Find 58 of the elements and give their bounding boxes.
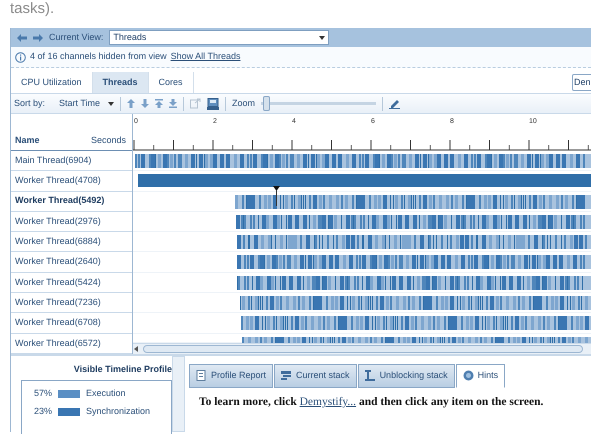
export-icon[interactable] (190, 98, 202, 109)
hint-icon (462, 370, 474, 382)
view-dropdown[interactable]: Threads (109, 30, 330, 45)
move-to-top-icon[interactable] (155, 99, 164, 108)
panel-tab[interactable]: Current stack (274, 364, 357, 388)
thread-name[interactable]: Worker Thread(7236) (11, 293, 132, 314)
sort-dropdown[interactable]: Start Time (59, 96, 114, 110)
legend-percent: 23% (34, 405, 52, 418)
thread-name[interactable]: Worker Thread(5492) (11, 192, 132, 212)
move-to-bottom-icon[interactable] (169, 99, 178, 108)
panel-tab[interactable]: Hints (456, 364, 506, 388)
down-arrow-icon[interactable] (141, 99, 150, 108)
dropdown-field[interactable]: Den (572, 74, 591, 91)
panel-tab[interactable]: Unblocking stack (358, 364, 455, 388)
view-tab[interactable]: Cores (148, 72, 194, 93)
thread-name[interactable]: Worker Thread(2976) (11, 212, 132, 232)
pen-icon[interactable] (389, 98, 400, 108)
panel-title: Visible Timeline Profile (72, 364, 172, 375)
unblocking-icon (364, 370, 376, 382)
thread-name[interactable]: Main Thread(6904) (11, 151, 132, 172)
current-view-label: Current View: (49, 30, 104, 44)
horizontal-scrollbar[interactable] (133, 342, 591, 354)
up-arrow-icon[interactable] (127, 99, 136, 108)
stack-icon (281, 370, 292, 382)
notice-text: 4 of 16 channels hidden from view (30, 50, 167, 64)
column-header: Seconds (90, 134, 126, 146)
time-cursor-icon (273, 186, 280, 206)
caret-icon (319, 36, 326, 40)
legend-label: Execution (86, 387, 126, 400)
show-all-threads-link[interactable]: Show All Threads (170, 50, 240, 64)
column-header: Name (15, 134, 40, 146)
view-tab[interactable]: Threads (92, 72, 149, 93)
hint-text: To learn more, click Demystify... and then click any item on the screen. (199, 394, 544, 410)
scroll-thumb[interactable] (143, 344, 583, 353)
thread-name[interactable]: Worker Thread(5424) (11, 272, 132, 294)
slider-thumb[interactable] (263, 96, 270, 111)
save-report-icon[interactable] (207, 98, 220, 110)
vertical-scrollbar[interactable] (172, 356, 185, 432)
panel-tab[interactable]: Profile Report (189, 364, 274, 388)
caret-icon (108, 102, 114, 106)
scroll-left-icon[interactable] (133, 346, 139, 352)
thread-name[interactable]: Worker Thread(6708) (11, 313, 132, 334)
view-value: Threads (113, 30, 146, 44)
heading-text: tasks). (9, 0, 56, 17)
legend-label: Synchronization (86, 405, 150, 418)
demystify-link[interactable]: Demystify... (300, 396, 356, 408)
zoom-slider[interactable] (261, 96, 376, 111)
thread-name[interactable]: Worker Thread(6884) (11, 232, 132, 252)
thread-name[interactable]: Worker Thread(6572) (11, 334, 132, 354)
sort-label: Sort by: (14, 96, 46, 110)
info-icon (15, 52, 26, 62)
forward-arrow-icon[interactable] (33, 34, 43, 42)
thread-name[interactable]: Worker Thread(2640) (11, 252, 132, 273)
legend-percent: 57% (34, 387, 52, 400)
zoom-label: Zoom (232, 96, 256, 110)
back-arrow-icon[interactable] (17, 34, 27, 42)
thread-name[interactable]: Worker Thread(4708) (11, 171, 132, 192)
report-icon (196, 370, 207, 382)
